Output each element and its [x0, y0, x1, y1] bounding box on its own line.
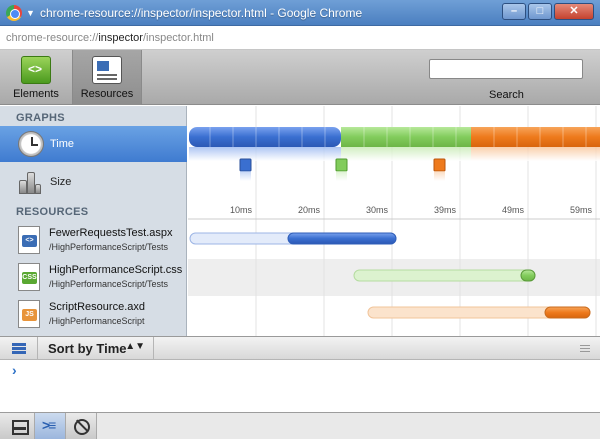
- marker-html: [239, 158, 252, 172]
- resource-path: /HighPerformanceScript: [49, 316, 145, 326]
- resource-bar-css: [520, 269, 536, 282]
- graph-item-label: Size: [50, 176, 72, 188]
- summary-bar-css: [341, 127, 471, 147]
- clear-console-button[interactable]: [66, 413, 97, 439]
- console-panel[interactable]: ›: [0, 360, 600, 412]
- window-titlebar: ▼ chrome-resource://inspector/inspector.…: [0, 0, 600, 26]
- resource-path: /HighPerformanceScript/Tests: [49, 242, 169, 252]
- graphs-section-title: GRAPHS: [16, 112, 65, 124]
- window-title: chrome-resource://inspector/inspector.ht…: [40, 6, 363, 20]
- close-button[interactable]: ✕: [554, 3, 594, 20]
- tick-label: 59ms: [570, 205, 593, 215]
- search-input[interactable]: [429, 59, 583, 79]
- tick-label: 30ms: [366, 205, 389, 215]
- marker-js: [433, 158, 446, 172]
- dock-button[interactable]: [4, 413, 35, 439]
- panel-status-toolbar: Sort by Time ▲▼: [0, 336, 600, 360]
- minimize-button[interactable]: –: [502, 3, 526, 20]
- url-prefix: chrome-resource://: [6, 32, 99, 44]
- summary-bar-js: [471, 127, 600, 147]
- sort-select-value: Sort by Time: [48, 341, 127, 356]
- console-icon: >≡: [42, 417, 56, 433]
- url-host: inspector: [98, 32, 143, 44]
- graph-item-time[interactable]: Time: [0, 126, 187, 162]
- resources-tab-label: Resources: [80, 88, 134, 100]
- select-arrows-icon: ▲▼: [125, 341, 145, 352]
- weights-icon: [18, 170, 42, 194]
- elements-tab[interactable]: Elements: [8, 50, 64, 105]
- resources-tab[interactable]: Resources: [72, 50, 142, 105]
- resource-bar-js: [544, 306, 591, 319]
- tick-label: 20ms: [298, 205, 321, 215]
- window-menu-caret-icon[interactable]: ▼: [26, 8, 35, 18]
- console-prompt-icon: ›: [12, 362, 17, 378]
- js-badge: JS: [22, 309, 37, 321]
- console-toggle-button[interactable]: >≡: [35, 413, 66, 439]
- tick-label: 10ms: [230, 205, 253, 215]
- large-resources-list-icon[interactable]: [12, 343, 26, 354]
- clock-icon: [18, 131, 44, 157]
- resource-path: /HighPerformanceScript/Tests: [49, 279, 169, 289]
- graph-item-size[interactable]: Size: [0, 164, 187, 200]
- css-badge: CSS: [22, 272, 37, 284]
- tick-label: 49ms: [502, 205, 525, 215]
- resource-item-fewerrequeststest[interactable]: <> FewerRequestsTest.aspx /HighPerforman…: [0, 222, 187, 259]
- elements-icon: [21, 56, 51, 84]
- js-file-icon: JS: [18, 300, 40, 328]
- status-bar-filler: [97, 413, 600, 439]
- address-bar[interactable]: chrome-resource://inspector/inspector.ht…: [0, 26, 600, 50]
- url-path: /inspector.html: [142, 32, 214, 44]
- summary-bar-html: [189, 127, 341, 147]
- timeline-graph: 10ms 20ms 30ms 39ms 49ms 59ms: [188, 106, 600, 336]
- marker-css: [335, 158, 348, 172]
- status-bar: >≡: [0, 412, 600, 439]
- resource-item-highperformancescript-css[interactable]: CSS HighPerformanceScript.css /HighPerfo…: [0, 259, 187, 296]
- inspector-toolbar: Elements Resources Search: [0, 50, 600, 105]
- sort-select[interactable]: Sort by Time ▲▼: [37, 337, 154, 360]
- resource-bar-fewerrequeststest: [287, 232, 397, 245]
- window-controls: – □ ✕: [502, 3, 594, 20]
- maximize-button[interactable]: □: [528, 3, 552, 20]
- timeline-panel: 10ms 20ms 30ms 39ms 49ms 59ms: [188, 106, 600, 336]
- resource-bar-css-latency: [353, 269, 536, 282]
- resource-name: FewerRequestsTest.aspx: [49, 227, 173, 239]
- chrome-icon[interactable]: [6, 5, 22, 21]
- resource-name: HighPerformanceScript.css: [49, 264, 183, 276]
- resources-icon: [92, 56, 122, 84]
- tick-label: 39ms: [434, 205, 457, 215]
- resources-section-title: RESOURCES: [16, 206, 89, 218]
- css-file-icon: CSS: [18, 263, 40, 291]
- html-file-icon: <>: [18, 226, 40, 254]
- resize-grip-icon[interactable]: [580, 345, 590, 352]
- resource-item-scriptresource[interactable]: JS ScriptResource.axd /HighPerformanceSc…: [0, 296, 187, 333]
- graph-item-label: Time: [50, 138, 75, 150]
- resources-sidebar: GRAPHS Time Size RESOURCES <> FewerReque…: [0, 106, 187, 336]
- resource-name: ScriptResource.axd: [49, 301, 145, 313]
- search-label: Search: [489, 89, 524, 101]
- elements-tab-label: Elements: [13, 88, 59, 100]
- html-badge: <>: [22, 235, 37, 247]
